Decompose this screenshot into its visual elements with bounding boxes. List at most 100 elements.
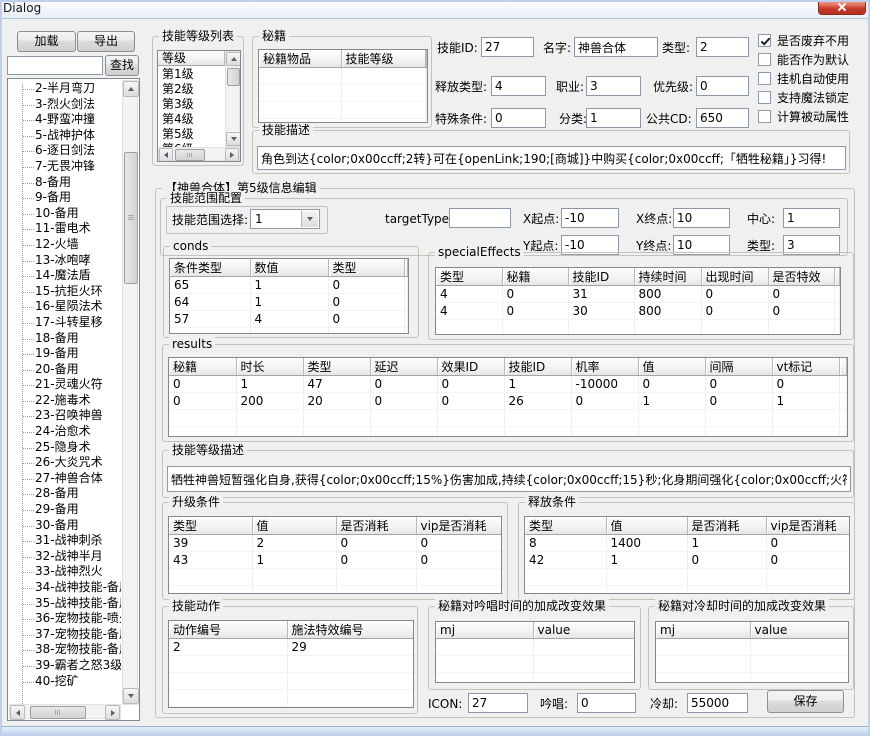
- sidebar-item[interactable]: 21-灵魂火符: [9, 377, 121, 393]
- column-header[interactable]: 是否消耗: [336, 517, 416, 535]
- sidebar-item[interactable]: 27-神兽合体: [9, 471, 121, 487]
- table-row[interactable]: 6410: [170, 294, 408, 311]
- sidebar-item[interactable]: 25-隐身术: [9, 440, 121, 456]
- checkbox-icon[interactable]: [758, 53, 771, 66]
- sidebar-item[interactable]: 13-冰咆哮: [9, 253, 121, 269]
- checkbox-checked-icon[interactable]: [758, 34, 771, 47]
- column-header[interactable]: 秘籍物品: [259, 50, 341, 68]
- column-header[interactable]: mj: [436, 622, 533, 639]
- column-header[interactable]: 秘籍: [502, 268, 568, 286]
- scroll-left-button[interactable]: [10, 705, 25, 720]
- checkbox-row[interactable]: 支持魔法锁定: [758, 88, 864, 107]
- table-row[interactable]: 0147001-10000000: [169, 376, 847, 393]
- column-header[interactable]: 机率: [571, 358, 638, 376]
- sidebar-item[interactable]: 33-战神烈火: [9, 564, 121, 580]
- x-start-input[interactable]: [561, 208, 619, 228]
- sidebar-item[interactable]: 26-大炎咒术: [9, 455, 121, 471]
- combo-dropdown-button[interactable]: [301, 211, 318, 227]
- search-input[interactable]: [7, 56, 103, 75]
- column-header[interactable]: value: [533, 622, 634, 639]
- sidebar-item[interactable]: 8-备用: [9, 175, 121, 191]
- column-header[interactable]: value: [750, 622, 848, 639]
- column-header[interactable]: 技能ID: [504, 358, 571, 376]
- name-input[interactable]: [574, 37, 658, 57]
- sidebar-item[interactable]: 29-备用: [9, 502, 121, 518]
- column-header[interactable]: 条件类型: [170, 259, 250, 277]
- chant-input[interactable]: [577, 693, 636, 713]
- scroll-down-button[interactable]: [226, 132, 241, 146]
- sidebar-item[interactable]: 39-霸者之怒3级: [9, 658, 121, 674]
- scrollbar-thumb[interactable]: [30, 706, 86, 719]
- column-header[interactable]: 值: [606, 517, 687, 535]
- sidebar-item[interactable]: 17-斗转星移: [9, 315, 121, 331]
- sidebar-item[interactable]: 15-抗拒火环: [9, 284, 121, 300]
- sidebar-item[interactable]: 3-烈火剑法: [9, 97, 121, 113]
- sidebar-item[interactable]: 20-备用: [9, 362, 121, 378]
- sidebar-item[interactable]: 2-半月弯刀: [9, 81, 121, 97]
- scroll-left-button[interactable]: [159, 148, 173, 162]
- sidebar-item[interactable]: 31-战神刺杀: [9, 533, 121, 549]
- icon-input[interactable]: [468, 693, 528, 713]
- level-list-item[interactable]: 第3级: [158, 97, 225, 112]
- level-list-item[interactable]: 第1级: [158, 67, 225, 82]
- category-input[interactable]: [586, 108, 641, 128]
- sidebar-item[interactable]: 7-无畏冲锋: [9, 159, 121, 175]
- checkbox-icon[interactable]: [758, 72, 771, 85]
- table-row[interactable]: 403080000: [436, 303, 840, 320]
- scroll-right-button[interactable]: [105, 705, 120, 720]
- level-column-header[interactable]: 等级: [158, 51, 225, 66]
- table-row[interactable]: 403180000: [436, 286, 840, 303]
- level-list-item[interactable]: 第4级: [158, 112, 225, 127]
- sidebar-item[interactable]: 24-治愈术: [9, 424, 121, 440]
- checkbox-row[interactable]: 能否作为默认: [758, 50, 864, 69]
- sidebar-item[interactable]: 6-逐日剑法: [9, 143, 121, 159]
- x-end-input[interactable]: [673, 208, 730, 228]
- column-header[interactable]: 效果ID: [437, 358, 504, 376]
- column-header[interactable]: 间隔: [705, 358, 772, 376]
- sidebar-item[interactable]: 23-召唤神兽: [9, 408, 121, 424]
- cooldown-input[interactable]: [687, 693, 748, 713]
- load-button[interactable]: 加载: [17, 31, 76, 52]
- column-header[interactable]: 技能等级: [341, 50, 425, 68]
- job-input[interactable]: [586, 76, 641, 96]
- skill-id-input[interactable]: [481, 37, 534, 57]
- target-type-input[interactable]: [449, 208, 511, 228]
- sidebar-vscrollbar[interactable]: [122, 80, 138, 705]
- table-row[interactable]: 8140010: [525, 535, 849, 552]
- level-hscrollbar[interactable]: [158, 147, 240, 161]
- table-row[interactable]: 5740: [170, 311, 408, 328]
- sidebar-item[interactable]: 37-宠物技能-备用: [9, 627, 121, 643]
- sidebar-item[interactable]: 30-备用: [9, 518, 121, 534]
- scroll-up-button[interactable]: [123, 81, 139, 97]
- column-header[interactable]: mj: [656, 622, 750, 639]
- sidebar-item[interactable]: 10-备用: [9, 206, 121, 222]
- priority-input[interactable]: [696, 76, 749, 96]
- type-input[interactable]: [696, 37, 749, 57]
- column-header[interactable]: 出现时间: [701, 268, 768, 286]
- column-header[interactable]: 持续时间: [634, 268, 701, 286]
- column-header[interactable]: 延迟: [370, 358, 437, 376]
- sidebar-item[interactable]: 40-挖矿: [9, 674, 121, 690]
- scrollbar-thumb[interactable]: [227, 68, 240, 86]
- sidebar-item[interactable]: 19-备用: [9, 346, 121, 362]
- column-header[interactable]: 数值: [250, 259, 328, 277]
- sidebar-item[interactable]: 9-备用: [9, 190, 121, 206]
- checkbox-icon[interactable]: [758, 91, 771, 104]
- export-button[interactable]: 导出: [77, 31, 135, 52]
- sidebar-item[interactable]: 12-火墙: [9, 237, 121, 253]
- release-type-input[interactable]: [491, 76, 546, 96]
- sidebar-item[interactable]: 16-星陨法术: [9, 299, 121, 315]
- checkbox-row[interactable]: 是否废弃不用: [758, 31, 864, 50]
- table-row[interactable]: 229: [169, 639, 413, 656]
- scrollbar-thumb[interactable]: [124, 152, 138, 284]
- sidebar-item[interactable]: 34-战神技能-备用: [9, 580, 121, 596]
- close-button[interactable]: [818, 0, 866, 15]
- public-cd-input[interactable]: [696, 108, 749, 128]
- sidebar-item[interactable]: 18-备用: [9, 331, 121, 347]
- sidebar-item[interactable]: 22-施毒术: [9, 393, 121, 409]
- table-row[interactable]: 6510: [170, 277, 408, 294]
- save-button[interactable]: 保存: [767, 690, 844, 713]
- checkbox-row[interactable]: 计算被动属性: [758, 107, 864, 126]
- sidebar-item[interactable]: 11-雷电术: [9, 221, 121, 237]
- scroll-up-button[interactable]: [226, 52, 241, 66]
